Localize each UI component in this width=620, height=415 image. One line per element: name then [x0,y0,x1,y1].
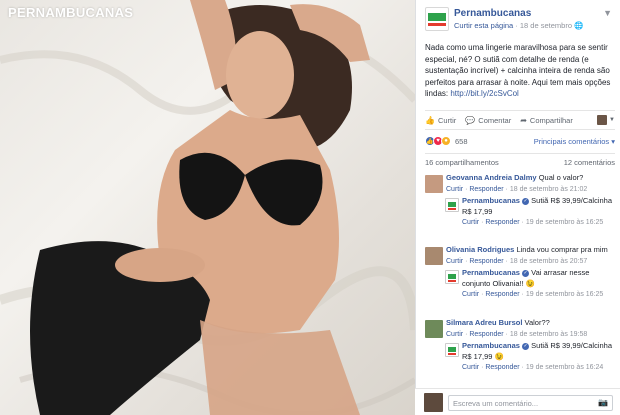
comment-button[interactable]: 💬 Comentar [465,116,511,125]
post-meta: Curtir esta página · 18 de setembro 🌐 [454,21,583,30]
comment-like-link[interactable]: Curtir [446,186,463,193]
comment-text: Valor?? [524,318,550,327]
like-label: Curtir [437,115,457,125]
shares-count[interactable]: 16 compartilhamentos [425,158,499,167]
commenter-avatar[interactable] [425,247,443,265]
page-reply-avatar[interactable] [445,198,459,212]
verified-badge-icon: ✓ [522,342,530,350]
comment-author[interactable]: Geovanna Andreia Dalmy [446,173,537,182]
user-avatar[interactable] [597,115,608,125]
comment-input[interactable] [448,395,613,411]
like-button[interactable]: 👍 Curtir [425,116,456,125]
thumbs-up-icon: 👍 [425,115,435,125]
comment-composer: 📷 [415,388,620,415]
verified-badge-icon: ✓ [522,269,530,277]
action-bar: 👍 Curtir 💬 Comentar ➦ Compartilhar ▼ [425,110,615,130]
comment-date[interactable]: 18 de setembro às 19:58 [510,331,587,338]
reply-like-link[interactable]: Curtir [462,364,479,371]
meta-separator: · [513,21,520,30]
comment-meta: Curtir · Responder · 18 de setembro às 1… [446,330,588,338]
camera-icon[interactable]: 📷 [598,398,608,407]
page-name-link[interactable]: Pernambucanas [454,8,531,19]
reply-author[interactable]: Pernambucanas [462,268,520,277]
reply-date[interactable]: 19 de setembro às 16:25 [526,291,603,298]
comment-reply-link[interactable]: Responder [469,258,503,265]
reply-date[interactable]: 19 de setembro às 16:24 [526,364,603,371]
share-button[interactable]: ➦ Compartilhar [520,116,573,125]
reply-date[interactable]: 19 de setembro às 16:25 [526,219,603,226]
post-date[interactable]: 18 de setembro [520,21,572,30]
reply-meta: Curtir · Responder · 19 de setembro às 1… [462,364,604,371]
commenter-avatar[interactable] [425,320,443,338]
comment-reply-link[interactable]: Responder [469,331,503,338]
post-link[interactable]: http://bit.ly/2cSvCol [450,89,518,98]
comment-label: Comentar [478,115,512,125]
comment-author[interactable]: Olivania Rodrigues [446,245,514,254]
stats-row: 16 compartilhamentos 12 comentários [425,153,615,167]
comment-text: Qual o valor? [538,173,584,182]
comments-count[interactable]: 12 comentários [564,158,615,167]
comment-meta: Curtir · Responder · 18 de setembro às 2… [446,185,588,193]
photo-illustration [0,0,415,415]
page-reply-avatar[interactable] [445,343,459,357]
page-reply-avatar[interactable] [445,270,459,284]
like-page-link[interactable]: Curtir esta página [454,21,513,30]
post-photo[interactable]: PERNAMBUCANAS [0,0,415,415]
reply-reply-link[interactable]: Responder [485,219,519,226]
reactions-row[interactable]: 👍 ♥ ● 658 Principais comentários ▾ [425,136,615,148]
comment-reply-link[interactable]: Responder [469,186,503,193]
commenter-avatar[interactable] [425,175,443,193]
reply-author[interactable]: Pernambucanas [462,196,520,205]
verified-badge-icon: ✓ [522,197,530,205]
top-comments-filter[interactable]: Principais comentários ▾ [534,137,615,146]
page-avatar[interactable] [425,7,449,31]
post-header: Pernambucanas Curtir esta página · 18 de… [416,0,620,40]
reply-reply-link[interactable]: Responder [485,364,519,371]
comment-date[interactable]: 18 de setembro às 21:02 [510,186,587,193]
comment-like-link[interactable]: Curtir [446,258,463,265]
share-label: Compartilhar [529,115,573,125]
reply-meta: Curtir · Responder · 19 de setembro às 1… [462,291,604,298]
reply-meta: Curtir · Responder · 19 de setembro às 1… [462,219,604,226]
reaction-count[interactable]: 658 [455,137,468,146]
speech-bubble-icon: 💬 [465,115,476,125]
photo-watermark: PERNAMBUCANAS [8,5,134,20]
comment-like-link[interactable]: Curtir [446,331,463,338]
wow-reaction-icon: ● [441,136,451,146]
post-text: Nada como uma lingerie maravilhosa para … [425,42,615,100]
caret-down-icon[interactable]: ▼ [609,117,615,123]
comment-meta: Curtir · Responder · 18 de setembro às 2… [446,257,588,265]
reply-like-link[interactable]: Curtir [462,219,479,226]
reaction-icons: 👍 ♥ ● [425,136,451,146]
comment-author[interactable]: Silmara Adreu Bursol [446,318,522,327]
comment-date[interactable]: 18 de setembro às 20:57 [510,258,587,265]
reply-reply-link[interactable]: Responder [485,291,519,298]
comment-text: Linda vou comprar pra mim [516,245,608,254]
post-panel: Pernambucanas Curtir esta página · 18 de… [415,0,620,415]
globe-icon: 🌐 [574,21,584,30]
reply-like-link[interactable]: Curtir [462,291,479,298]
reply-author[interactable]: Pernambucanas [462,341,520,350]
current-user-avatar[interactable] [424,393,443,412]
chevron-down-icon[interactable]: ▼ [603,8,612,18]
share-arrow-icon: ➦ [520,115,527,125]
